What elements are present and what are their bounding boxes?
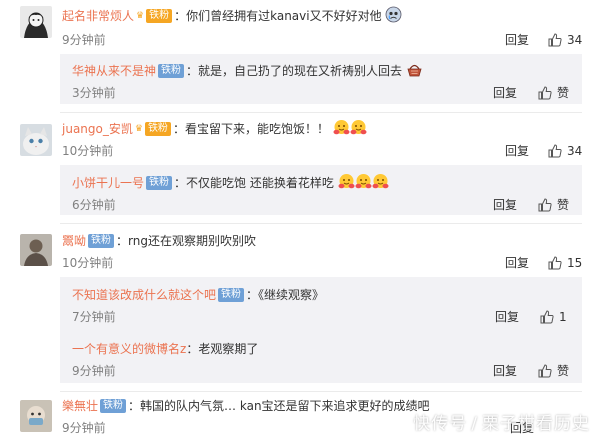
watermark: 快传号 / 栗子柑看历史	[409, 409, 590, 434]
fan-badge[interactable]: 铁粉	[146, 175, 173, 190]
hug-face-icon	[333, 120, 350, 135]
thumbs-up-icon	[540, 309, 554, 323]
reply-text: 就是，自己扔了的现在又祈祷别人回去	[198, 64, 403, 78]
comment-line: juango_安凯 ♛ 铁粉 ：看宝留下来，能吃饱饭！！	[62, 120, 367, 138]
comment-line: 樂無壮 铁粉 ：韩国的队内气氛… kan宝还是留下来追求更好的成绩吧	[62, 398, 430, 414]
separator: ：	[128, 399, 141, 413]
like-button[interactable]: 1	[540, 309, 567, 325]
avatar[interactable]	[20, 234, 52, 266]
thumbs-up-icon	[548, 255, 562, 269]
divider	[60, 223, 582, 224]
username-link[interactable]: 小饼干儿一号	[72, 176, 144, 190]
timestamp: 6分钟前	[72, 198, 116, 212]
fan-badge[interactable]: 铁粉	[158, 63, 185, 78]
like-count: 15	[567, 256, 583, 270]
username-link[interactable]: 樂無壮	[62, 399, 98, 413]
username-link[interactable]: juango_安凯	[62, 122, 133, 136]
reply-line: 一个有意义的微博名z：老观察期了	[72, 341, 258, 357]
reply-button[interactable]: 回复	[493, 198, 517, 212]
timestamp: 3分钟前	[72, 86, 116, 100]
reply-line: 不知道该改成什么就这个吧 铁粉 ：《继续观察》	[72, 287, 324, 303]
sad-face-icon	[386, 6, 402, 23]
reply-line: 华神从来不是神 铁粉 ：就是，自己扔了的现在又祈祷别人回去	[72, 63, 423, 80]
comment-text: 你们曾经拥有过kanavi又不好好对他	[186, 9, 382, 23]
reply-text: 《继续观察》	[258, 288, 325, 302]
reply-button[interactable]: 回复	[493, 364, 517, 378]
thumbs-up-icon	[538, 197, 552, 211]
reply-button[interactable]: 回复	[493, 86, 517, 100]
comment-text: rng还在观察期别吹别吹	[128, 234, 256, 248]
username-link[interactable]: 不知道该改成什么就这个吧	[72, 288, 216, 302]
timestamp: 9分钟前	[62, 33, 106, 47]
watermark-source: 快传号	[413, 414, 468, 434]
hug-face-icon	[355, 174, 372, 189]
avatar[interactable]	[20, 6, 52, 38]
comment-text: 韩国的队内气氛… kan宝还是留下来追求更好的成绩吧	[140, 399, 430, 413]
reply-button[interactable]: 回复	[495, 310, 519, 324]
thumbs-up-icon	[538, 85, 552, 99]
like-label: 赞	[557, 86, 570, 100]
avatar[interactable]	[20, 124, 52, 156]
separator: ：	[116, 234, 129, 248]
timestamp: 10分钟前	[62, 256, 114, 270]
separator: ：	[186, 64, 199, 78]
reply-button[interactable]: 回复	[505, 256, 529, 270]
like-count: 1	[559, 310, 567, 324]
timestamp: 9分钟前	[62, 421, 106, 435]
like-button[interactable]: 赞	[538, 197, 570, 213]
like-button[interactable]: 34	[548, 143, 583, 159]
separator: ：	[172, 122, 185, 136]
reply-button[interactable]: 回复	[505, 144, 529, 158]
like-label: 赞	[557, 198, 570, 212]
username-link[interactable]: 一个有意义的微博名z	[72, 342, 186, 356]
thumbs-up-icon	[548, 32, 562, 46]
reply-text: 不仅能吃饱 还能换着花样吃	[186, 176, 334, 190]
separator: ：	[186, 342, 199, 356]
hug-face-icon	[372, 174, 389, 189]
comment-line: 鬻呦 铁粉 ：rng还在观察期别吹别吹	[62, 233, 256, 249]
crown-icon: ♛	[136, 10, 145, 21]
timestamp: 10分钟前	[62, 144, 114, 158]
avatar[interactable]	[20, 400, 52, 432]
username-link[interactable]: 华神从来不是神	[72, 64, 156, 78]
divider	[60, 391, 582, 392]
basket-icon	[407, 64, 422, 77]
like-button[interactable]: 赞	[538, 363, 570, 379]
like-count: 34	[567, 33, 583, 47]
comment-line: 起名非常烦人 ♛ 铁粉 ：你们曾经拥有过kanavi又不好好对他	[62, 6, 402, 25]
like-count: 34	[567, 144, 583, 158]
divider	[60, 112, 582, 113]
like-label: 赞	[557, 364, 570, 378]
fan-badge[interactable]: 铁粉	[88, 233, 115, 248]
hug-face-icon	[350, 120, 367, 135]
like-button[interactable]: 15	[548, 255, 583, 271]
thumbs-up-icon	[548, 143, 562, 157]
like-button[interactable]: 赞	[538, 85, 570, 101]
hug-face-icon	[338, 174, 355, 189]
watermark-author: 栗子柑看历史	[482, 414, 590, 434]
username-link[interactable]: 鬻呦	[62, 234, 86, 248]
thumbs-up-icon	[538, 363, 552, 377]
separator: ：	[174, 9, 187, 23]
username-link[interactable]: 起名非常烦人	[62, 9, 134, 23]
watermark-separator: /	[471, 414, 478, 434]
fan-badge[interactable]: 铁粉	[146, 8, 173, 23]
fan-badge[interactable]: 铁粉	[218, 287, 245, 302]
separator: ：	[246, 288, 259, 302]
reply-button[interactable]: 回复	[505, 33, 529, 47]
reply-text: 老观察期了	[198, 342, 259, 356]
like-button[interactable]: 34	[548, 32, 583, 48]
fan-badge[interactable]: 铁粉	[100, 398, 127, 413]
timestamp: 7分钟前	[72, 310, 116, 324]
separator: ：	[174, 176, 187, 190]
fan-badge[interactable]: 铁粉	[144, 121, 171, 136]
reply-line: 小饼干儿一号 铁粉 ：不仅能吃饱 还能换着花样吃	[72, 174, 389, 192]
crown-icon: ♛	[134, 123, 143, 134]
comment-text: 看宝留下来，能吃饱饭！！	[184, 122, 329, 136]
timestamp: 9分钟前	[72, 364, 116, 378]
